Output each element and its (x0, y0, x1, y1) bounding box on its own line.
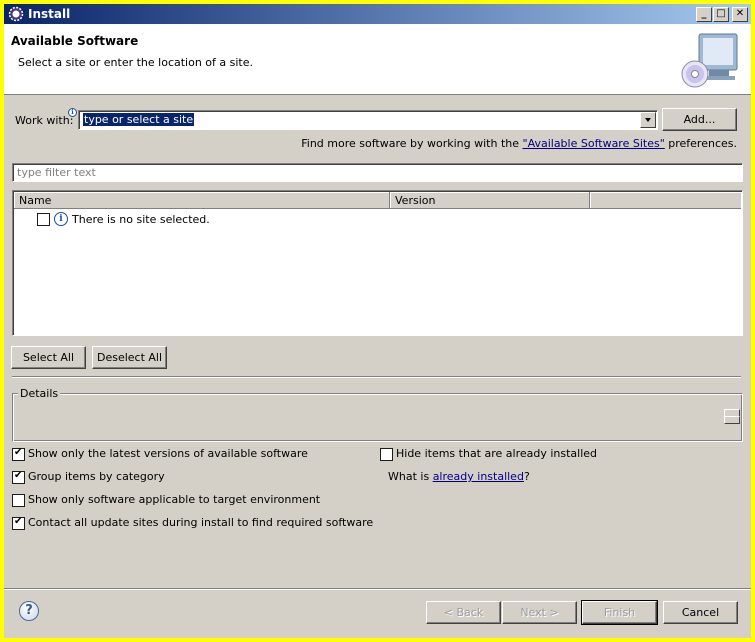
row-checkbox[interactable] (37, 213, 50, 226)
next-button[interactable]: Next > (502, 601, 577, 624)
what-is-installed: What is already installed? (388, 470, 530, 483)
column-header-extra (590, 192, 741, 209)
details-legend: Details (18, 387, 61, 400)
column-header-version[interactable]: Version (390, 192, 590, 209)
already-installed-link[interactable]: already installed (433, 470, 524, 483)
checkbox-checked[interactable] (12, 447, 25, 461)
cancel-button[interactable]: Cancel (663, 601, 738, 624)
window-title: Install (28, 7, 71, 21)
checkbox-checked[interactable] (12, 470, 25, 484)
work-with-label: Work with: (15, 114, 74, 127)
filter-placeholder: type filter text (17, 166, 96, 179)
available-sites-info: Find more software by working with the "… (301, 137, 737, 150)
column-header-name[interactable]: Name (14, 192, 390, 209)
eclipse-gear-icon (8, 6, 24, 22)
help-icon[interactable]: ? (19, 601, 39, 621)
row-name: There is no site selected. (72, 213, 210, 226)
info-decoration-icon: i (68, 108, 77, 117)
deselect-all-button[interactable]: Deselect All (92, 346, 167, 369)
page-description: Select a site or enter the location of a… (18, 56, 254, 69)
footer-divider (4, 588, 751, 590)
info-text-suffix: preferences. (664, 137, 737, 150)
info-text-prefix: Find more software by working with the (301, 137, 523, 150)
minimize-button[interactable]: _ (696, 7, 712, 22)
checkbox-unchecked[interactable] (380, 448, 393, 461)
info-icon: i (54, 212, 68, 226)
details-group: Details (12, 387, 743, 442)
checkbox-checked[interactable] (12, 516, 25, 530)
available-software-sites-link[interactable]: "Available Software Sites" (523, 137, 665, 150)
work-with-combo[interactable]: type or select a site (78, 110, 658, 130)
close-button[interactable]: ✕ (732, 7, 748, 22)
details-collapse-handle[interactable] (724, 416, 740, 424)
software-table: Name Version i There is no site selected… (12, 190, 743, 336)
back-button[interactable]: < Back (426, 601, 501, 624)
checkbox-unchecked[interactable] (12, 494, 25, 507)
select-all-button[interactable]: Select All (11, 346, 86, 369)
finish-button[interactable]: Finish (581, 600, 658, 625)
maximize-button[interactable]: □ (713, 7, 729, 22)
computer-cd-icon (681, 33, 738, 88)
divider (12, 376, 741, 378)
add-site-button[interactable]: Add... (662, 108, 737, 131)
wizard-header: Available Software Select a site or ente… (4, 24, 751, 95)
title-bar: Install _ □ ✕ (4, 4, 751, 24)
chevron-down-icon[interactable] (640, 112, 656, 128)
page-title: Available Software (11, 34, 139, 48)
filter-input[interactable]: type filter text (12, 163, 743, 182)
work-with-input[interactable]: type or select a site (83, 113, 195, 126)
install-dialog: Install _ □ ✕ Available Software Select … (4, 4, 751, 638)
